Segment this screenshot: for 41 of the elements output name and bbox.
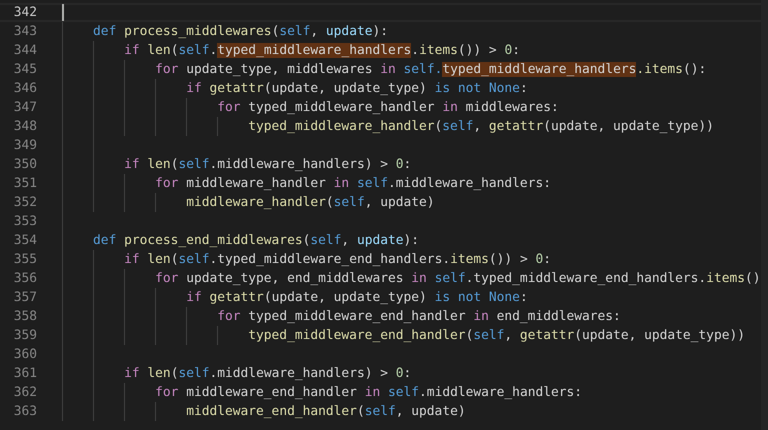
code-line: typed_middleware_end_handler(self, getattr(update, update_type)) xyxy=(247,327,745,345)
code-line: middleware_end_handler(self, update) xyxy=(185,403,466,421)
line-number: 357 xyxy=(12,289,37,307)
line-number: 355 xyxy=(12,251,37,269)
line-number: 358 xyxy=(12,308,37,326)
code-line: if len(self.typed_middleware_end_handlers.items()) > 0: xyxy=(123,251,552,269)
code-line: def process_middlewares(self, update): xyxy=(92,23,388,41)
code-line: for update_type, end_middlewares in self.typed_middleware_end_handlers.items() xyxy=(154,270,761,288)
line-number: 350 xyxy=(12,156,37,174)
code-line: if len(self.middleware_handlers) > 0: xyxy=(123,365,412,383)
line-number: 359 xyxy=(12,327,37,345)
line-number: 349 xyxy=(12,137,37,155)
line-number: 343 xyxy=(12,23,37,41)
line-number: 345 xyxy=(12,61,37,79)
line-number: 346 xyxy=(12,80,37,98)
code-line: if getattr(update, update_type) is not None: xyxy=(185,289,528,307)
code-line: for update_type, middlewares in self.typed_middleware_handlers.items(): xyxy=(154,61,706,79)
line-number: 353 xyxy=(12,213,37,231)
line-number: 363 xyxy=(12,403,37,421)
code-line: typed_middleware_handler(self, getattr(update, update_type)) xyxy=(247,118,714,136)
line-number: 348 xyxy=(12,118,37,136)
code-line: for typed_middleware_handler in middlewares: xyxy=(216,99,559,117)
code-line: for middleware_handler in self.middleware_handlers: xyxy=(154,175,551,193)
line-number: 362 xyxy=(12,384,37,402)
line-number: 361 xyxy=(12,365,37,383)
code-line: middleware_handler(self, update) xyxy=(185,194,435,212)
line-number: 354 xyxy=(12,232,37,250)
line-number: 351 xyxy=(12,175,37,193)
code-line: for typed_middleware_end_handler in end_middlewares: xyxy=(216,308,621,326)
code-line: if getattr(update, update_type) is not None: xyxy=(185,80,528,98)
code-line: if len(self.typed_middleware_handlers.items()) > 0: xyxy=(123,42,520,60)
text-cursor xyxy=(62,4,64,21)
line-number: 347 xyxy=(12,99,37,117)
line-number: 356 xyxy=(12,270,37,288)
code-line: for middleware_end_handler in self.middleware_handlers: xyxy=(154,384,582,402)
line-number: 360 xyxy=(12,346,37,364)
line-number: 344 xyxy=(12,42,37,60)
code-line: if len(self.middleware_handlers) > 0: xyxy=(123,156,412,174)
code-line: def process_end_middlewares(self, update): xyxy=(92,232,420,250)
line-number: 352 xyxy=(12,194,37,212)
line-number: 342 xyxy=(12,4,37,22)
